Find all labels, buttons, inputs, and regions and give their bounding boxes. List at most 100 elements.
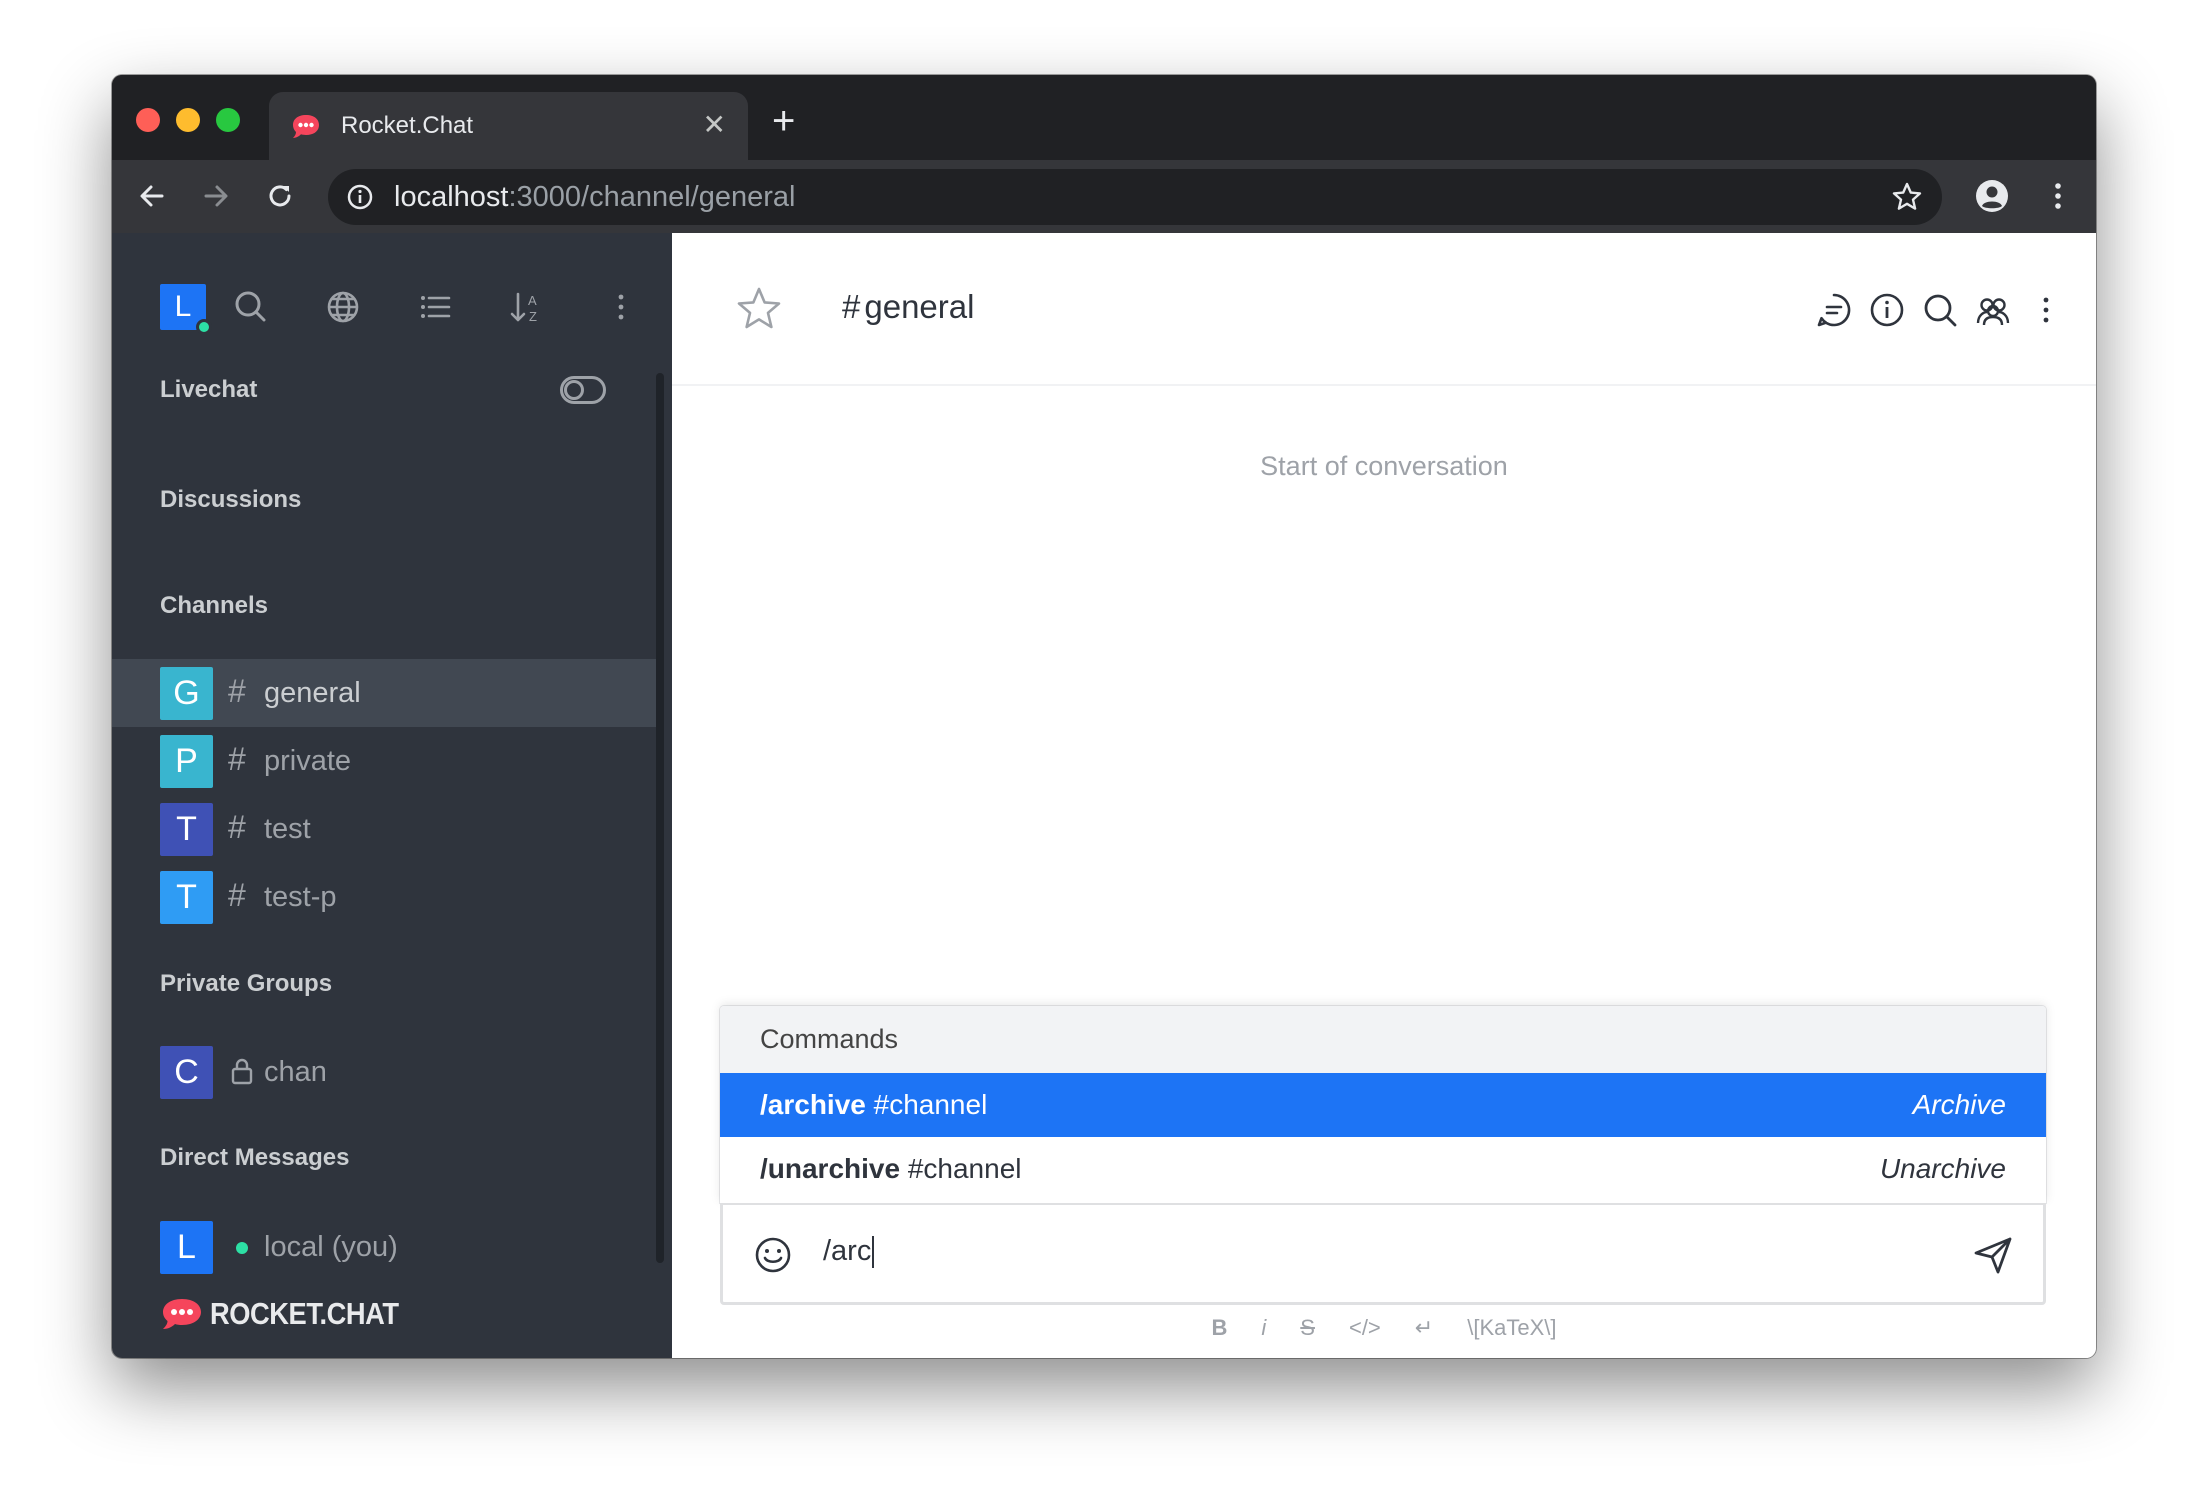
svg-text:A: A <box>528 293 537 308</box>
browser-menu-icon[interactable] <box>2040 178 2076 214</box>
url-path: :3000/channel/general <box>508 181 796 213</box>
livechat-toggle[interactable] <box>560 376 606 404</box>
sort-icon[interactable]: A Z <box>508 288 546 326</box>
directory-globe-icon[interactable] <box>324 288 362 326</box>
hashtag-icon: # <box>228 741 246 777</box>
svg-text:Z: Z <box>529 309 537 324</box>
discussions-heading: Discussions <box>160 486 302 513</box>
sidebar-item-local[interactable]: L local (you) <box>112 1213 656 1281</box>
bookmark-star-icon[interactable] <box>1890 180 1924 214</box>
rocketchat-favicon-icon <box>293 115 319 138</box>
room-menu-icon[interactable] <box>2027 291 2065 329</box>
browser-toolbar: localhost:3000/channel/general <box>112 160 2096 233</box>
favorite-star-icon[interactable] <box>734 285 784 335</box>
room-avatar: L <box>160 1221 213 1274</box>
rocketchat-app: L A Z Livechat Discussions Channels G # … <box>112 233 2096 1358</box>
search-icon[interactable] <box>232 288 270 326</box>
command-name: /unarchive <box>760 1153 901 1184</box>
discussion-icon[interactable] <box>1815 291 1853 329</box>
multiline-button[interactable]: ↵ <box>1415 1315 1433 1341</box>
sidebar-menu-icon[interactable] <box>602 288 640 326</box>
lock-icon <box>231 1058 253 1085</box>
browser-tab[interactable]: Rocket.Chat ✕ <box>269 92 748 160</box>
sidebar-item-general[interactable]: G # general <box>112 659 656 727</box>
view-mode-list-icon[interactable] <box>416 288 454 326</box>
online-status-dot <box>236 1242 248 1254</box>
tab-close-icon[interactable]: ✕ <box>703 110 726 140</box>
sidebar: L A Z Livechat Discussions Channels G # … <box>112 233 672 1358</box>
katex-button[interactable]: \[KaTeX\] <box>1467 1315 1556 1341</box>
popup-title: Commands <box>720 1006 2046 1073</box>
command-item-archive[interactable]: /archive #channel Archive <box>720 1073 2046 1137</box>
message-input[interactable]: /arc <box>823 1235 875 1269</box>
emoji-icon[interactable] <box>753 1235 793 1275</box>
members-icon[interactable] <box>1974 291 2012 329</box>
reload-icon[interactable] <box>262 178 298 214</box>
address-bar[interactable]: localhost:3000/channel/general <box>328 169 1942 225</box>
room-name: test <box>264 813 311 845</box>
room-avatar: T <box>160 871 213 924</box>
rocketchat-logo-text: ROCKET.CHAT <box>210 1296 399 1331</box>
room-header: # general <box>672 233 2096 386</box>
hashtag-icon: # <box>228 877 246 913</box>
direct-messages-heading: Direct Messages <box>160 1144 350 1171</box>
toggle-knob <box>564 380 584 400</box>
main-content: # general Start of conversation Commands… <box>672 233 2096 1358</box>
code-button[interactable]: </> <box>1349 1315 1381 1341</box>
sidebar-item-chan[interactable]: C chan <box>112 1038 656 1106</box>
room-name: test-p <box>264 881 337 913</box>
room-avatar: G <box>160 667 213 720</box>
profile-icon[interactable] <box>1974 178 2010 214</box>
room-avatar: T <box>160 803 213 856</box>
sidebar-scrollbar[interactable] <box>656 373 664 1263</box>
message-input-value: /arc <box>823 1235 872 1267</box>
sidebar-item-test-p[interactable]: T # test-p <box>112 863 656 931</box>
url-host: localhost <box>394 181 509 213</box>
bold-button[interactable]: B <box>1212 1315 1228 1341</box>
url-text: localhost:3000/channel/general <box>394 181 795 214</box>
room-name: private <box>264 745 352 777</box>
command-description: Archive <box>1912 1089 2006 1120</box>
text-caret <box>872 1236 875 1269</box>
minimize-window-button[interactable] <box>176 108 200 132</box>
forward-arrow-icon[interactable] <box>198 178 234 214</box>
back-arrow-icon[interactable] <box>134 178 170 214</box>
rocketchat-logo: ROCKET.CHAT <box>160 1294 424 1334</box>
command-popup: Commands /archive #channel Archive /unar… <box>720 1006 2046 1203</box>
maximize-window-button[interactable] <box>216 108 240 132</box>
command-params: #channel <box>900 1153 1022 1184</box>
start-of-conversation: Start of conversation <box>1260 451 1508 481</box>
site-info-icon[interactable] <box>346 183 374 211</box>
formatting-toolbar: B i S </> ↵ \[KaTeX\] <box>672 1308 2096 1348</box>
command-description: Unarchive <box>1879 1153 2006 1184</box>
rocketchat-logo-icon <box>163 1299 201 1329</box>
message-composer[interactable]: /arc <box>720 1203 2046 1305</box>
room-avatar: C <box>160 1046 213 1099</box>
strikethrough-button[interactable]: S <box>1300 1315 1315 1341</box>
tab-title: Rocket.Chat <box>341 112 474 139</box>
new-tab-button[interactable]: + <box>772 101 795 141</box>
command-name: /archive <box>760 1089 866 1120</box>
hashtag-icon: # <box>228 673 246 709</box>
sidebar-item-private[interactable]: P # private <box>112 727 656 795</box>
command-item-unarchive[interactable]: /unarchive #channel Unarchive <box>720 1137 2046 1201</box>
livechat-heading: Livechat <box>160 376 258 403</box>
italic-button[interactable]: i <box>1261 1315 1266 1341</box>
send-icon[interactable] <box>1971 1233 2015 1277</box>
channel-name: general <box>864 288 975 325</box>
private-groups-heading: Private Groups <box>160 970 333 997</box>
tab-strip: Rocket.Chat ✕ + <box>112 75 2096 160</box>
hashtag-icon: # <box>842 288 861 325</box>
room-name: local (you) <box>264 1231 398 1263</box>
browser-window: Rocket.Chat ✕ + localhost:3000/channel/g… <box>112 75 2096 1358</box>
room-avatar: P <box>160 735 213 788</box>
search-messages-icon[interactable] <box>1921 291 1959 329</box>
close-window-button[interactable] <box>136 108 160 132</box>
hashtag-icon: # <box>228 809 246 845</box>
page-title: # general <box>842 288 974 326</box>
sidebar-item-test[interactable]: T # test <box>112 795 656 863</box>
room-name: general <box>264 677 361 709</box>
room-info-icon[interactable] <box>1868 291 1906 329</box>
online-status-dot <box>196 319 212 335</box>
command-params: #channel <box>865 1089 988 1120</box>
